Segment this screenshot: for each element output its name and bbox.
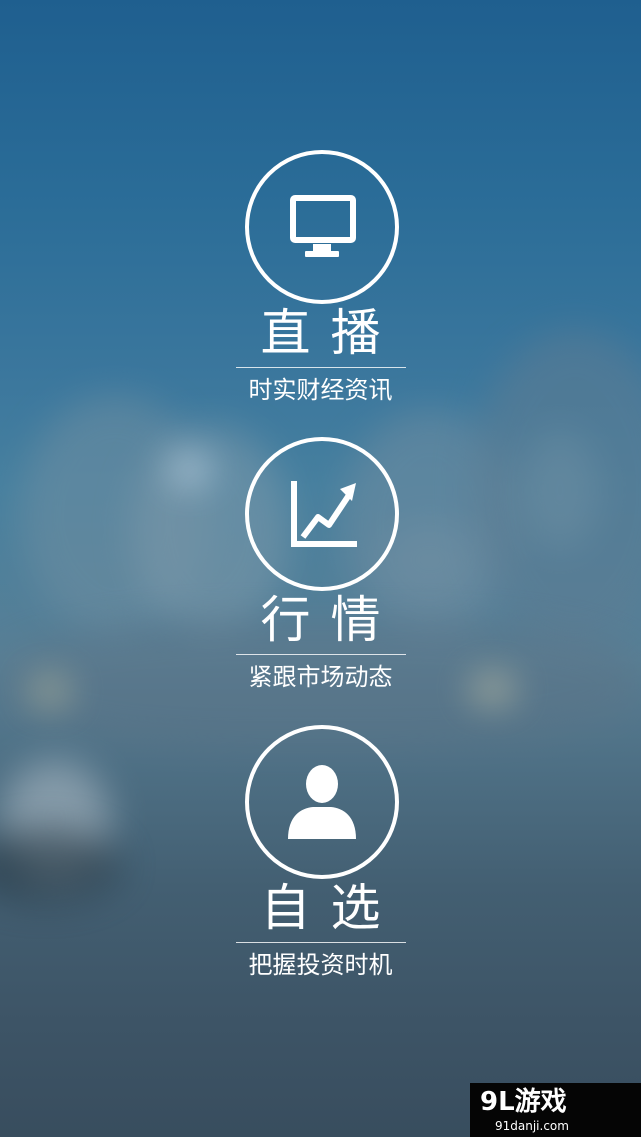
feature-market[interactable]: 行情 紧跟市场动态 xyxy=(0,437,641,717)
watermark-site: 91danji.com xyxy=(495,1119,569,1133)
feature-live[interactable]: 直播 时实财经资讯 xyxy=(0,150,641,430)
feature-subtitle: 时实财经资讯 xyxy=(248,376,393,404)
divider xyxy=(236,367,406,368)
trend-chart-icon xyxy=(291,481,357,547)
feature-title: 直播 xyxy=(260,304,401,362)
user-icon xyxy=(288,765,356,839)
divider xyxy=(236,942,406,943)
watermark: 9L游戏 91danji.com xyxy=(470,1083,641,1137)
watermark-brand: 9L游戏 xyxy=(480,1087,567,1117)
divider xyxy=(236,654,406,655)
trend-chart-icon-button[interactable] xyxy=(245,437,399,591)
feature-watchlist[interactable]: 自选 把握投资时机 xyxy=(0,725,641,1005)
feature-title: 行情 xyxy=(260,591,401,649)
monitor-icon xyxy=(290,195,356,257)
feature-title: 自选 xyxy=(260,879,401,937)
user-icon-button[interactable] xyxy=(245,725,399,879)
monitor-icon-button[interactable] xyxy=(245,150,399,304)
feature-subtitle: 紧跟市场动态 xyxy=(248,663,393,691)
feature-subtitle: 把握投资时机 xyxy=(248,951,393,979)
